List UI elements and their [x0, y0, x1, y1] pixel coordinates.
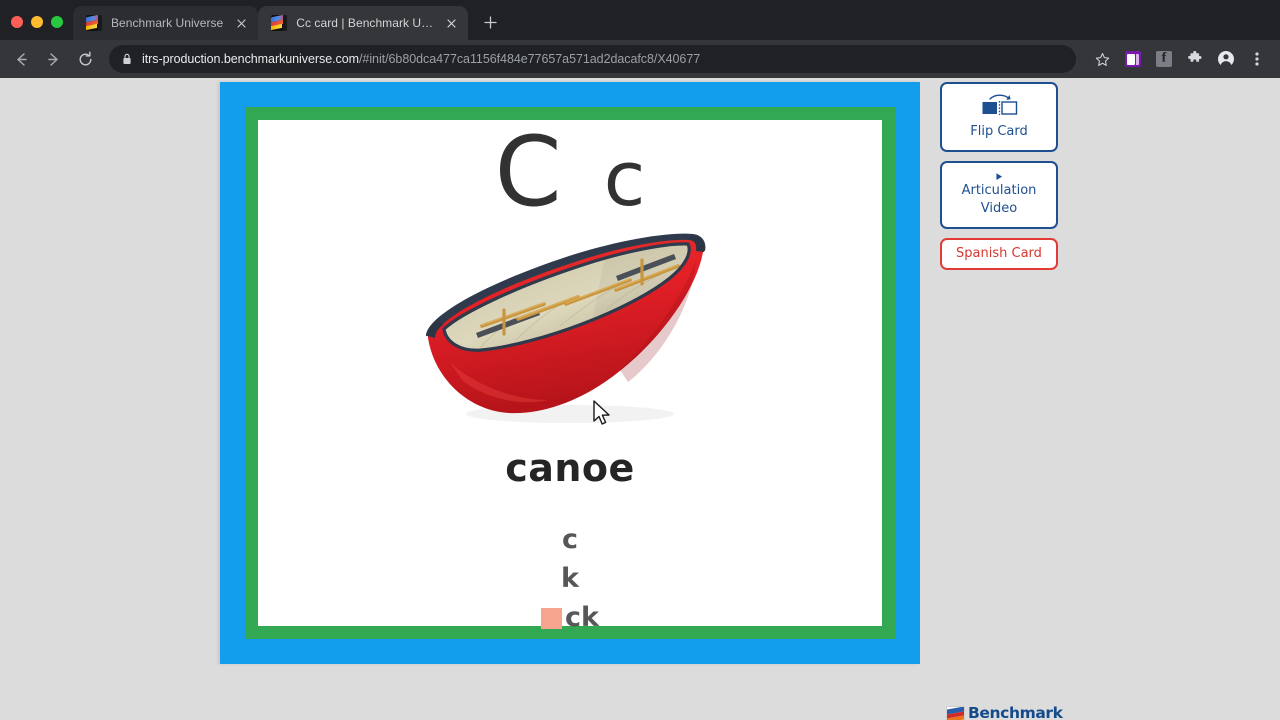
browser-chrome: Benchmark Universe Cc card | Benchmark U… — [0, 0, 1280, 78]
spelling-list: c k ck — [541, 524, 599, 635]
flip-card-button[interactable]: Flip Card — [940, 82, 1058, 152]
tab-title: Benchmark Universe — [111, 16, 224, 30]
letter-pair: C c — [495, 124, 646, 220]
card-tools-panel: Flip Card Articulation Video Spanish Car… — [940, 82, 1058, 270]
extensions-puzzle-icon[interactable] — [1182, 46, 1208, 72]
minimize-window-button[interactable] — [31, 16, 43, 28]
close-tab-icon[interactable] — [442, 14, 460, 32]
close-tab-icon[interactable] — [232, 14, 250, 32]
page-viewport: C c canoe c k ck Flip Card Articulation … — [0, 78, 1280, 720]
benchmark-logo-mark-icon — [946, 706, 965, 720]
tab-strip: Benchmark Universe Cc card | Benchmark U… — [0, 0, 1280, 40]
reload-button[interactable] — [70, 44, 100, 74]
bookmark-star-icon[interactable] — [1089, 46, 1115, 72]
articulation-video-label-line1: Articulation — [961, 183, 1037, 199]
forward-button[interactable] — [38, 44, 68, 74]
back-button[interactable] — [6, 44, 36, 74]
spelling-text: ck — [565, 601, 599, 633]
card-picture-canoe — [420, 230, 720, 435]
new-tab-button[interactable] — [476, 8, 504, 36]
alphabet-flash-card: C c canoe c k ck — [220, 82, 920, 664]
browser-tab-benchmark-universe[interactable]: Benchmark Universe — [73, 6, 259, 40]
card-word: canoe — [505, 446, 635, 490]
lowercase-letter: c — [603, 134, 646, 223]
browser-tab-cc-card[interactable]: Cc card | Benchmark Universe — [258, 6, 469, 40]
highlight-chip — [541, 607, 563, 629]
card-face: C c canoe c k ck — [258, 120, 882, 633]
canoe-illustration — [426, 233, 706, 423]
spelling-item: k — [561, 563, 579, 596]
facebook-extension-icon[interactable] — [1151, 46, 1177, 72]
flip-card-label: Flip Card — [970, 124, 1028, 140]
articulation-video-label-line2: Video — [980, 201, 1018, 217]
url-path: /#init/6b80dca477ca1156f484e77657a571ad2… — [359, 52, 701, 66]
spanish-card-label: Spanish Card — [956, 245, 1042, 261]
tab-title: Cc card | Benchmark Universe — [296, 16, 433, 30]
spanish-card-button[interactable]: Spanish Card — [940, 238, 1058, 270]
uppercase-letter: C — [494, 116, 562, 228]
flip-card-icon — [982, 94, 1018, 116]
spelling-item-highlighted: ck — [541, 602, 599, 635]
browser-menu-icon[interactable] — [1244, 46, 1270, 72]
close-window-button[interactable] — [11, 16, 23, 28]
benchmark-education-logo: Benchmark EDUCATION © Benchmark Educatio… — [946, 705, 1063, 720]
url-text: itrs-production.benchmarkuniverse.com/#i… — [142, 52, 700, 66]
browser-toolbar: itrs-production.benchmarkuniverse.com/#i… — [0, 40, 1280, 78]
spelling-text: c — [561, 524, 578, 555]
benchmark-favicon-icon — [271, 15, 288, 31]
address-bar[interactable]: itrs-production.benchmarkuniverse.com/#i… — [109, 45, 1076, 73]
lock-icon — [122, 53, 133, 65]
spelling-text: k — [561, 562, 579, 594]
brand-name: Benchmark — [968, 704, 1063, 720]
url-host: itrs-production.benchmarkuniverse.com — [142, 52, 359, 66]
benchmark-favicon-icon — [86, 15, 102, 31]
maximize-window-button[interactable] — [51, 16, 63, 28]
articulation-video-button[interactable]: Articulation Video — [940, 161, 1058, 229]
onenote-extension-icon[interactable] — [1120, 46, 1146, 72]
window-controls — [0, 16, 73, 40]
spelling-item: c — [562, 524, 578, 557]
profile-avatar-icon[interactable] — [1213, 46, 1239, 72]
play-icon — [996, 173, 1003, 180]
card-inner-border: C c canoe c k ck — [245, 107, 895, 639]
